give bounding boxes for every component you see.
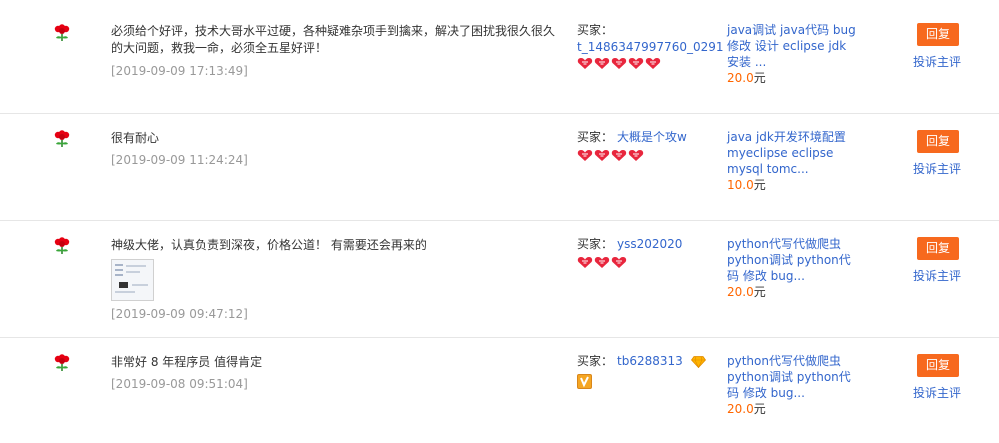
heart-icon bbox=[577, 150, 593, 161]
product-info: python代写代做爬虫 python调试 python代码 修改 bug...… bbox=[727, 353, 862, 417]
review-timestamp: [2019-09-08 09:51:04] bbox=[111, 377, 248, 391]
review-timestamp: [2019-09-09 17:13:49] bbox=[111, 64, 248, 78]
review-comment: 神级大佬，认真负责到深夜，价格公道！ 有需要还会再来的 bbox=[111, 238, 427, 252]
reply-button[interactable]: 回复 bbox=[917, 237, 959, 260]
buyer-name-link[interactable]: 大概是个攻w bbox=[617, 130, 687, 144]
product-info: java jdk开发环境配置 myeclipse eclipse mysql t… bbox=[727, 129, 862, 193]
complain-link[interactable]: 投诉主评 bbox=[913, 53, 961, 70]
complain-link[interactable]: 投诉主评 bbox=[913, 384, 961, 401]
heart-icon bbox=[628, 58, 644, 69]
diamond-icon bbox=[690, 355, 706, 368]
product-info: python代写代做爬虫 python调试 python代码 修改 bug...… bbox=[727, 236, 862, 300]
buyer-name-link[interactable]: tb6288313 bbox=[617, 354, 683, 368]
product-price: 10.0 bbox=[727, 178, 754, 192]
certified-badge-icon bbox=[577, 374, 592, 389]
review-row: 必须给个好评，技术大哥水平过硬，各种疑难杂项手到擒来，解决了困扰我很久很久的大问… bbox=[0, 0, 999, 114]
flower-icon bbox=[54, 237, 70, 254]
buyer-label: 买家： bbox=[577, 23, 614, 37]
heart-icon bbox=[594, 58, 610, 69]
product-price: 20.0 bbox=[727, 71, 754, 85]
heart-icon bbox=[611, 257, 627, 268]
currency-label: 元 bbox=[753, 71, 766, 85]
review-row: 很有耐心 [2019-09-09 11:24:24] 买家： 大概是个攻w jav… bbox=[0, 114, 999, 221]
buyer-credit-hearts bbox=[577, 149, 644, 162]
currency-label: 元 bbox=[753, 402, 766, 416]
currency-label: 元 bbox=[753, 285, 766, 299]
currency-label: 元 bbox=[753, 178, 766, 192]
review-timestamp: [2019-09-09 11:24:24] bbox=[111, 153, 248, 167]
heart-icon bbox=[594, 150, 610, 161]
buyer-info: 买家： 大概是个攻w bbox=[577, 129, 687, 146]
product-price: 20.0 bbox=[727, 285, 754, 299]
complain-link[interactable]: 投诉主评 bbox=[913, 160, 961, 177]
buyer-info: 买家： t_1486347997760_0291 bbox=[577, 22, 724, 56]
buyer-label: 买家： bbox=[577, 130, 614, 144]
reply-button[interactable]: 回复 bbox=[917, 23, 959, 46]
heart-icon bbox=[611, 58, 627, 69]
reply-button[interactable]: 回复 bbox=[917, 354, 959, 377]
review-comment: 很有耐心 bbox=[111, 131, 160, 145]
flower-icon bbox=[54, 130, 70, 147]
flower-icon bbox=[54, 354, 70, 371]
heart-icon bbox=[577, 58, 593, 69]
product-price: 20.0 bbox=[727, 402, 754, 416]
review-comment: 必须给个好评，技术大哥水平过硬，各种疑难杂项手到擒来，解决了困扰我很久很久的大问… bbox=[111, 24, 556, 55]
heart-icon bbox=[577, 257, 593, 268]
buyer-name-link[interactable]: yss202020 bbox=[617, 237, 682, 251]
review-comment: 非常好 8 年程序员 值得肯定 bbox=[111, 355, 263, 369]
complain-link[interactable]: 投诉主评 bbox=[913, 267, 961, 284]
buyer-label: 买家： bbox=[577, 237, 614, 251]
buyer-credit-hearts bbox=[577, 256, 627, 269]
heart-icon bbox=[611, 150, 627, 161]
heart-icon bbox=[645, 58, 661, 69]
review-image-thumbnail[interactable] bbox=[111, 259, 154, 301]
product-link[interactable]: python代写代做爬虫 python调试 python代码 修改 bug... bbox=[727, 354, 851, 400]
review-row: 非常好 8 年程序员 值得肯定 [2019-09-08 09:51:04] 买家… bbox=[0, 338, 999, 442]
product-link[interactable]: java调试 java代码 bug 修改 设计 eclipse jdk 安装 .… bbox=[727, 23, 856, 69]
flower-icon bbox=[54, 24, 70, 41]
product-info: java调试 java代码 bug 修改 设计 eclipse jdk 安装 .… bbox=[727, 22, 862, 86]
product-link[interactable]: python代写代做爬虫 python调试 python代码 修改 bug... bbox=[727, 237, 851, 283]
product-link[interactable]: java jdk开发环境配置 myeclipse eclipse mysql t… bbox=[727, 130, 846, 176]
heart-icon bbox=[594, 257, 610, 268]
buyer-credit-hearts bbox=[577, 57, 661, 70]
review-timestamp: [2019-09-09 09:47:12] bbox=[111, 307, 248, 321]
buyer-name-link[interactable]: t_1486347997760_0291 bbox=[577, 39, 724, 56]
reply-button[interactable]: 回复 bbox=[917, 130, 959, 153]
review-row: 神级大佬，认真负责到深夜，价格公道！ 有需要还会再来的 [2019-09-09 … bbox=[0, 221, 999, 338]
heart-icon bbox=[628, 150, 644, 161]
buyer-info: 买家： tb6288313 bbox=[577, 353, 706, 370]
buyer-info: 买家： yss202020 bbox=[577, 236, 682, 253]
buyer-label: 买家： bbox=[577, 354, 614, 368]
